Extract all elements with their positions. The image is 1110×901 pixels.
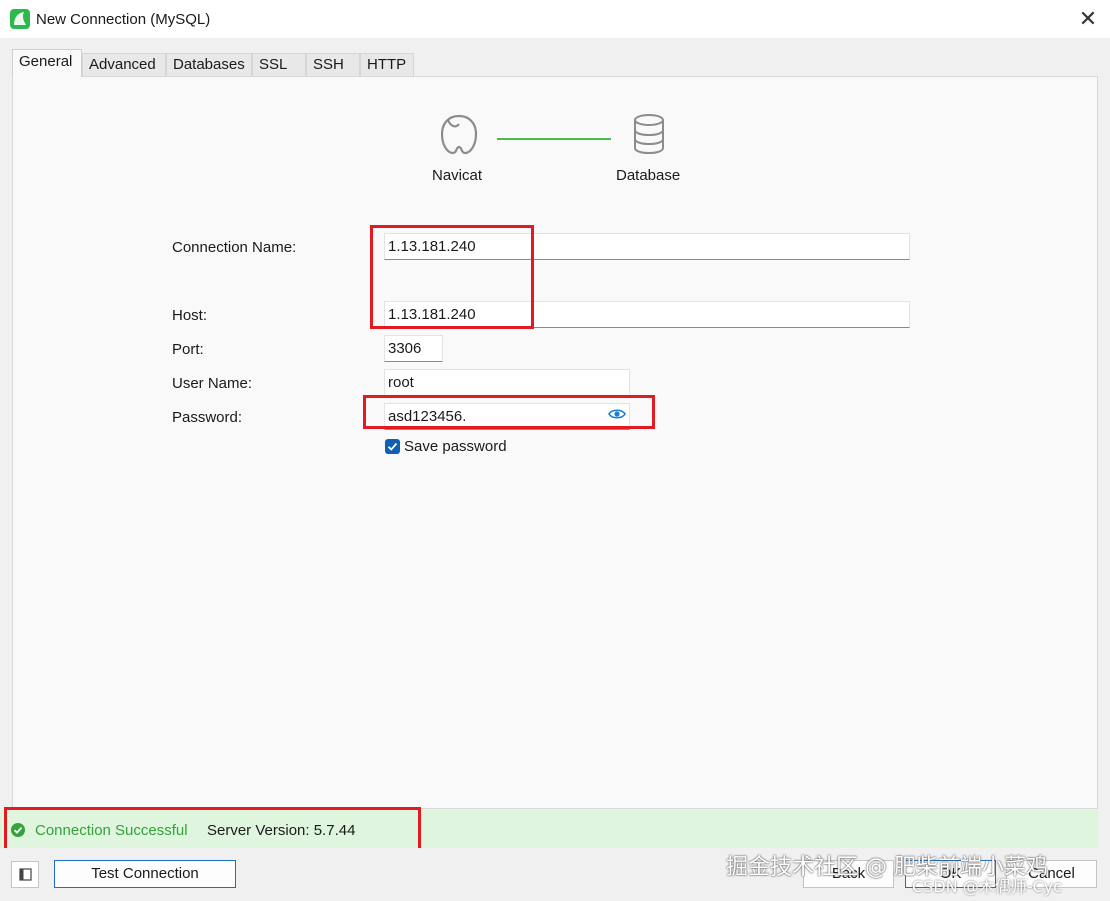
- general-panel: [12, 76, 1098, 809]
- user-name-input[interactable]: root: [384, 369, 630, 396]
- sidebar-panel-icon: [19, 868, 32, 881]
- database-icon: [634, 114, 664, 155]
- title-bar: New Connection (MySQL) ✕: [0, 0, 1110, 38]
- connection-name-input[interactable]: 1.13.181.240: [384, 233, 910, 260]
- navicat-label: Navicat: [432, 167, 483, 184]
- password-label: Password:: [172, 409, 243, 426]
- window-title: New Connection (MySQL): [36, 11, 211, 28]
- tab-databases[interactable]: Databases: [166, 53, 252, 76]
- csdn-watermark: CSDN @木偶师-Cyc: [912, 877, 1062, 896]
- database-label: Database: [616, 167, 681, 184]
- password-input[interactable]: asd123456.: [384, 403, 630, 430]
- host-input[interactable]: 1.13.181.240: [384, 301, 910, 328]
- tab-http[interactable]: HTTP: [360, 53, 414, 76]
- save-password-checkbox[interactable]: [385, 439, 400, 454]
- tab-ssh[interactable]: SSH: [306, 53, 360, 76]
- save-password-label: Save password: [404, 438, 507, 455]
- user-name-label: User Name:: [172, 375, 253, 392]
- server-version: Server Version: 5.7.44: [207, 822, 356, 839]
- panel-toggle-button[interactable]: [11, 861, 39, 888]
- status-message: Connection Successful: [35, 822, 188, 839]
- port-label: Port:: [172, 341, 204, 358]
- tab-ssl[interactable]: SSL: [252, 53, 306, 76]
- tab-advanced[interactable]: Advanced: [82, 53, 166, 76]
- connection-name-label: Connection Name:: [172, 239, 297, 256]
- host-label: Host:: [172, 307, 208, 324]
- navicat-icon: [440, 114, 478, 155]
- success-check-icon: [11, 823, 25, 837]
- port-input[interactable]: 3306: [384, 335, 443, 362]
- test-connection-button[interactable]: Test Connection: [54, 860, 236, 888]
- navicat-app-icon: [10, 9, 30, 29]
- show-password-eye-icon[interactable]: [608, 407, 626, 421]
- connection-line: [497, 138, 611, 140]
- close-icon[interactable]: ✕: [1072, 6, 1104, 32]
- tab-general[interactable]: General: [12, 49, 82, 77]
- checkmark-icon: [387, 442, 398, 451]
